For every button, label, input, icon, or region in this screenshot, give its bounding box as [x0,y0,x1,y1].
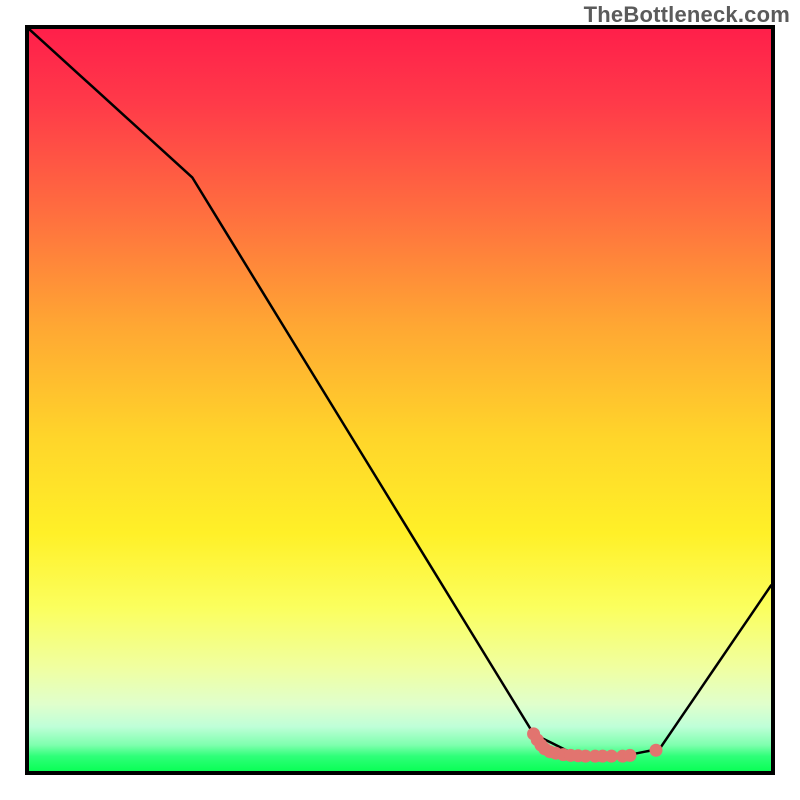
chart-svg [29,29,771,771]
plot-area [25,25,775,775]
chart-container: TheBottleneck.com [0,0,800,800]
curve-line [29,29,771,756]
watermark-text: TheBottleneck.com [584,2,790,28]
marker-dots [527,727,662,762]
